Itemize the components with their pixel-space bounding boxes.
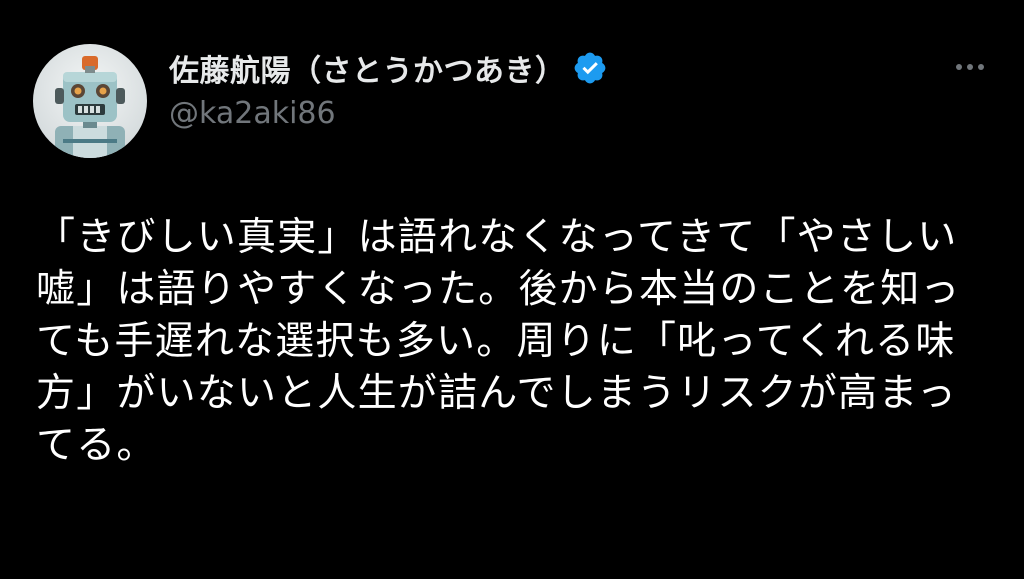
robot-avatar-icon	[33, 44, 147, 158]
more-dot	[956, 64, 962, 70]
tweet-text-line: 方」がいないと人生が詰んでしまうリスクが高まっ	[36, 371, 958, 416]
more-dot	[967, 64, 973, 70]
avatar[interactable]	[33, 44, 147, 158]
tweet-text-line: 嘘」は語りやすくなった。後から本当のことを知っ	[36, 267, 961, 312]
author-display-name[interactable]: 佐藤航陽（さとうかつあき）	[169, 46, 566, 90]
tweet-card: 佐藤航陽（さとうかつあき） @ka2aki86 「きびしい真実」は語れなくなって…	[0, 0, 1024, 579]
tweet-text-line: ても手遅れな選択も多い。周りに「叱ってくれる味	[36, 319, 956, 364]
verified-badge-icon	[572, 50, 608, 86]
tweet-text-line: てる。	[36, 423, 157, 468]
author-name-row: 佐藤航陽（さとうかつあき）	[169, 46, 608, 90]
author-handle[interactable]: @ka2aki86	[169, 96, 336, 131]
tweet-text-line: 「きびしい真実」は語れなくなってきて「やさしい	[36, 215, 958, 260]
tweet-text: 「きびしい真実」は語れなくなってきて「やさしい 嘘」は語りやすくなった。後から本…	[36, 212, 998, 472]
more-dot	[978, 64, 984, 70]
more-options-icon[interactable]	[948, 52, 992, 82]
